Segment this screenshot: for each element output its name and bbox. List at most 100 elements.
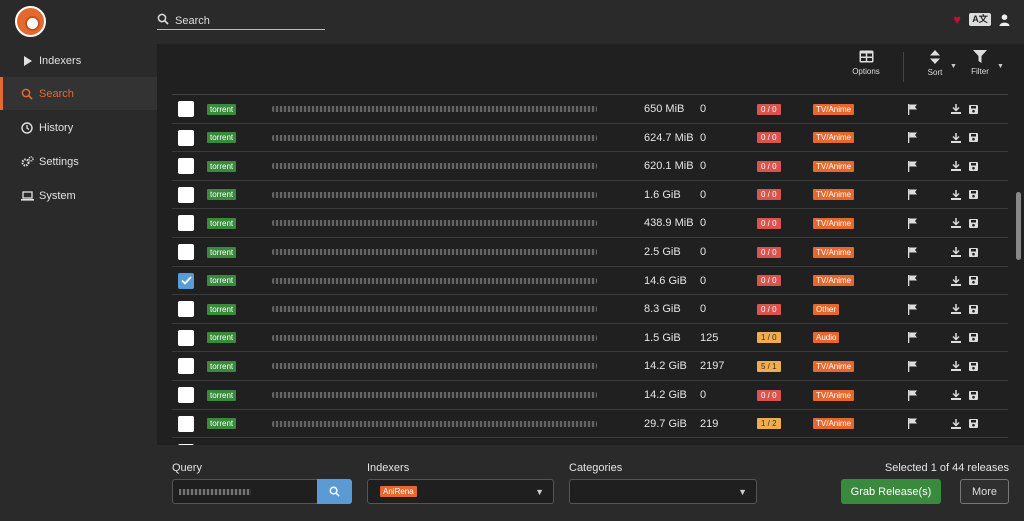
title-cell[interactable] — [272, 324, 597, 352]
row-checkbox[interactable] — [178, 186, 194, 203]
row-checkbox[interactable] — [178, 387, 194, 403]
download-cell — [951, 352, 961, 380]
row-checkbox[interactable] — [178, 215, 194, 232]
global-search[interactable] — [157, 12, 325, 30]
sort-button[interactable]: Sort — [922, 50, 948, 77]
title-cell[interactable] — [272, 152, 597, 180]
table-row[interactable]: torrent 8.3 GiB 0 0 / 0 Other — [172, 294, 1008, 323]
save-icon[interactable] — [969, 390, 978, 400]
table-row[interactable]: torrent 14.2 GiB 2197 5 / 1 TV/Anime — [172, 351, 1008, 380]
row-checkbox[interactable] — [178, 129, 194, 146]
title-cell[interactable] — [272, 295, 597, 323]
save-icon[interactable] — [969, 419, 978, 429]
row-checkbox[interactable] — [178, 158, 194, 175]
save-icon[interactable] — [969, 361, 978, 371]
options-button[interactable]: Options — [851, 50, 881, 76]
grab-releases-button[interactable]: Grab Release(s) — [841, 479, 941, 504]
save-icon[interactable] — [969, 333, 978, 343]
download-icon[interactable] — [951, 161, 961, 172]
save-cell — [969, 209, 978, 237]
row-checkbox[interactable] — [178, 101, 194, 117]
flag-icon[interactable] — [908, 332, 917, 344]
logo-icon[interactable] — [15, 6, 46, 37]
flag-icon[interactable] — [908, 132, 917, 144]
flag-icon[interactable] — [908, 103, 917, 115]
download-icon[interactable] — [951, 304, 961, 315]
flag-icon[interactable] — [908, 303, 917, 315]
release-title-redacted — [272, 334, 597, 341]
save-icon[interactable] — [969, 133, 978, 143]
save-icon[interactable] — [969, 218, 978, 228]
sidebar-item-settings[interactable]: Settings — [0, 145, 157, 178]
download-icon[interactable] — [951, 218, 961, 229]
search-input[interactable] — [175, 12, 325, 29]
results-scrollbar[interactable] — [1014, 94, 1024, 445]
title-cell[interactable] — [272, 410, 597, 438]
row-checkbox[interactable] — [178, 415, 194, 432]
flag-icon[interactable] — [908, 389, 917, 401]
table-row[interactable]: torrent 650 MiB 0 0 / 0 TV/Anime — [172, 94, 1008, 123]
sidebar-item-system[interactable]: System — [0, 179, 157, 212]
heart-icon[interactable]: ♥ — [953, 13, 961, 26]
flag-icon[interactable] — [908, 246, 917, 258]
download-icon[interactable] — [951, 361, 961, 372]
save-icon[interactable] — [969, 104, 978, 114]
save-icon[interactable] — [969, 247, 978, 257]
row-checkbox[interactable] — [178, 358, 194, 375]
title-cell[interactable] — [272, 95, 597, 123]
row-checkbox[interactable] — [178, 272, 194, 289]
flag-icon[interactable] — [908, 275, 917, 287]
check-icon — [180, 276, 192, 285]
table-row[interactable]: torrent 1.5 GiB 125 1 / 0 Audio — [172, 322, 1008, 352]
title-cell[interactable] — [272, 267, 597, 295]
table-row[interactable]: torrent 624.7 MiB 0 0 / 0 TV/Anime — [172, 122, 1008, 152]
flag-icon[interactable] — [908, 418, 917, 430]
table-row[interactable]: torrent 1.6 GiB 0 0 / 0 TV/Anime — [172, 179, 1008, 209]
table-row[interactable]: torrent 14.2 GiB 0 0 / 0 TV/Anime — [172, 380, 1008, 409]
title-cell[interactable] — [272, 381, 597, 409]
flag-icon[interactable] — [908, 160, 917, 172]
indexers-select[interactable]: AniRena ▼ — [367, 479, 554, 504]
table-row[interactable]: torrent 2.5 GiB 0 0 / 0 TV/Anime — [172, 237, 1008, 266]
release-size: 2.5 GiB — [644, 246, 681, 258]
download-icon[interactable] — [951, 275, 961, 286]
download-icon[interactable] — [951, 189, 961, 200]
flag-icon[interactable] — [908, 217, 917, 229]
more-button[interactable]: More — [960, 479, 1009, 504]
scroll-thumb[interactable] — [1016, 192, 1021, 260]
filter-button[interactable]: Filter — [968, 50, 992, 76]
download-icon[interactable] — [951, 418, 961, 429]
save-icon[interactable] — [969, 304, 978, 314]
categories-select[interactable]: ▼ — [569, 479, 757, 504]
download-icon[interactable] — [951, 132, 961, 143]
row-checkbox[interactable] — [178, 329, 194, 346]
sidebar-item-search[interactable]: Search — [0, 77, 157, 110]
table-row[interactable]: torrent 438.9 MiB 0 0 / 0 TV/Anime — [172, 208, 1008, 237]
table-row[interactable]: torrent 29.7 GiB 219 1 / 2 TV/Anime — [172, 408, 1008, 438]
title-cell[interactable] — [272, 209, 597, 237]
translate-icon[interactable]: A文 — [969, 13, 991, 26]
sidebar-item-history[interactable]: History — [0, 111, 157, 144]
download-icon[interactable] — [951, 104, 961, 114]
flag-icon[interactable] — [908, 189, 917, 201]
row-checkbox[interactable] — [178, 301, 194, 318]
table-row[interactable]: torrent 14.6 GiB 0 0 / 0 TV/Anime — [172, 265, 1008, 295]
row-checkbox[interactable] — [178, 244, 194, 260]
save-icon[interactable] — [969, 190, 978, 200]
title-cell[interactable] — [272, 124, 597, 152]
query-search-button[interactable] — [317, 479, 352, 504]
flag-icon[interactable] — [908, 360, 917, 372]
query-input[interactable] — [172, 479, 318, 504]
title-cell[interactable] — [272, 352, 597, 380]
title-cell[interactable] — [272, 238, 597, 266]
save-icon[interactable] — [969, 276, 978, 286]
user-icon[interactable] — [999, 13, 1010, 26]
download-icon[interactable] — [951, 332, 961, 343]
download-icon[interactable] — [951, 247, 961, 257]
table-row[interactable] — [172, 437, 1008, 445]
download-icon[interactable] — [951, 390, 961, 400]
sidebar-item-indexers[interactable]: Indexers — [0, 44, 157, 77]
title-cell[interactable] — [272, 181, 597, 209]
table-row[interactable]: torrent 620.1 MiB 0 0 / 0 TV/Anime — [172, 151, 1008, 180]
save-icon[interactable] — [969, 161, 978, 171]
